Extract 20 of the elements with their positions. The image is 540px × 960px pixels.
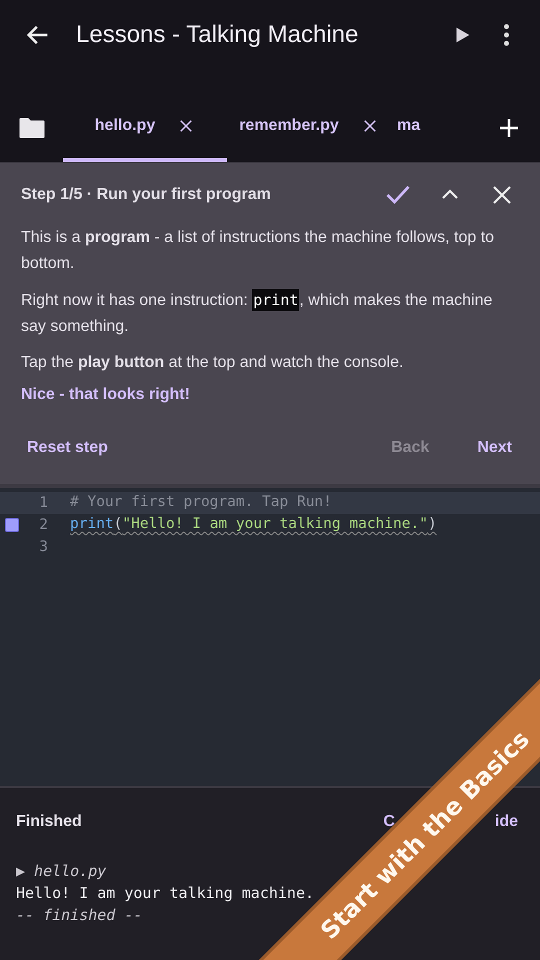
console-status: Finished (16, 813, 83, 831)
instruction-text: Tap the play button at the top and watch the console. (21, 353, 404, 373)
instruction-text: Right now it has one instruction: print, which makes the machine say something. (21, 288, 494, 337)
more-vertical-icon (504, 24, 508, 46)
line-number: 2 (38, 517, 49, 533)
file-tab[interactable]: ma (391, 70, 420, 162)
step-title: Step 1/5 · Run your first program (21, 186, 272, 204)
code-text: # Your first program. Tap Run! (70, 493, 332, 512)
step-action-button[interactable]: Next (471, 431, 518, 465)
step-marker (5, 518, 19, 532)
console-action-button[interactable]: C (383, 813, 395, 831)
console-action-button[interactable]: ide (494, 813, 518, 831)
file-tab[interactable]: remember.py (227, 70, 391, 162)
line-number: 1 (38, 495, 49, 511)
step-action-button[interactable]: Reset step (21, 431, 114, 465)
feedback-message: Nice - that looks right! (21, 386, 191, 404)
instruction-text: This is a program - a list of instructions the machine follows, top to bottom. (21, 228, 496, 274)
code-text: print("Hello! I am your talking machine.") (70, 515, 437, 534)
line-number: 3 (38, 539, 49, 555)
app-title: Lessons - Talking Machine (76, 21, 360, 49)
